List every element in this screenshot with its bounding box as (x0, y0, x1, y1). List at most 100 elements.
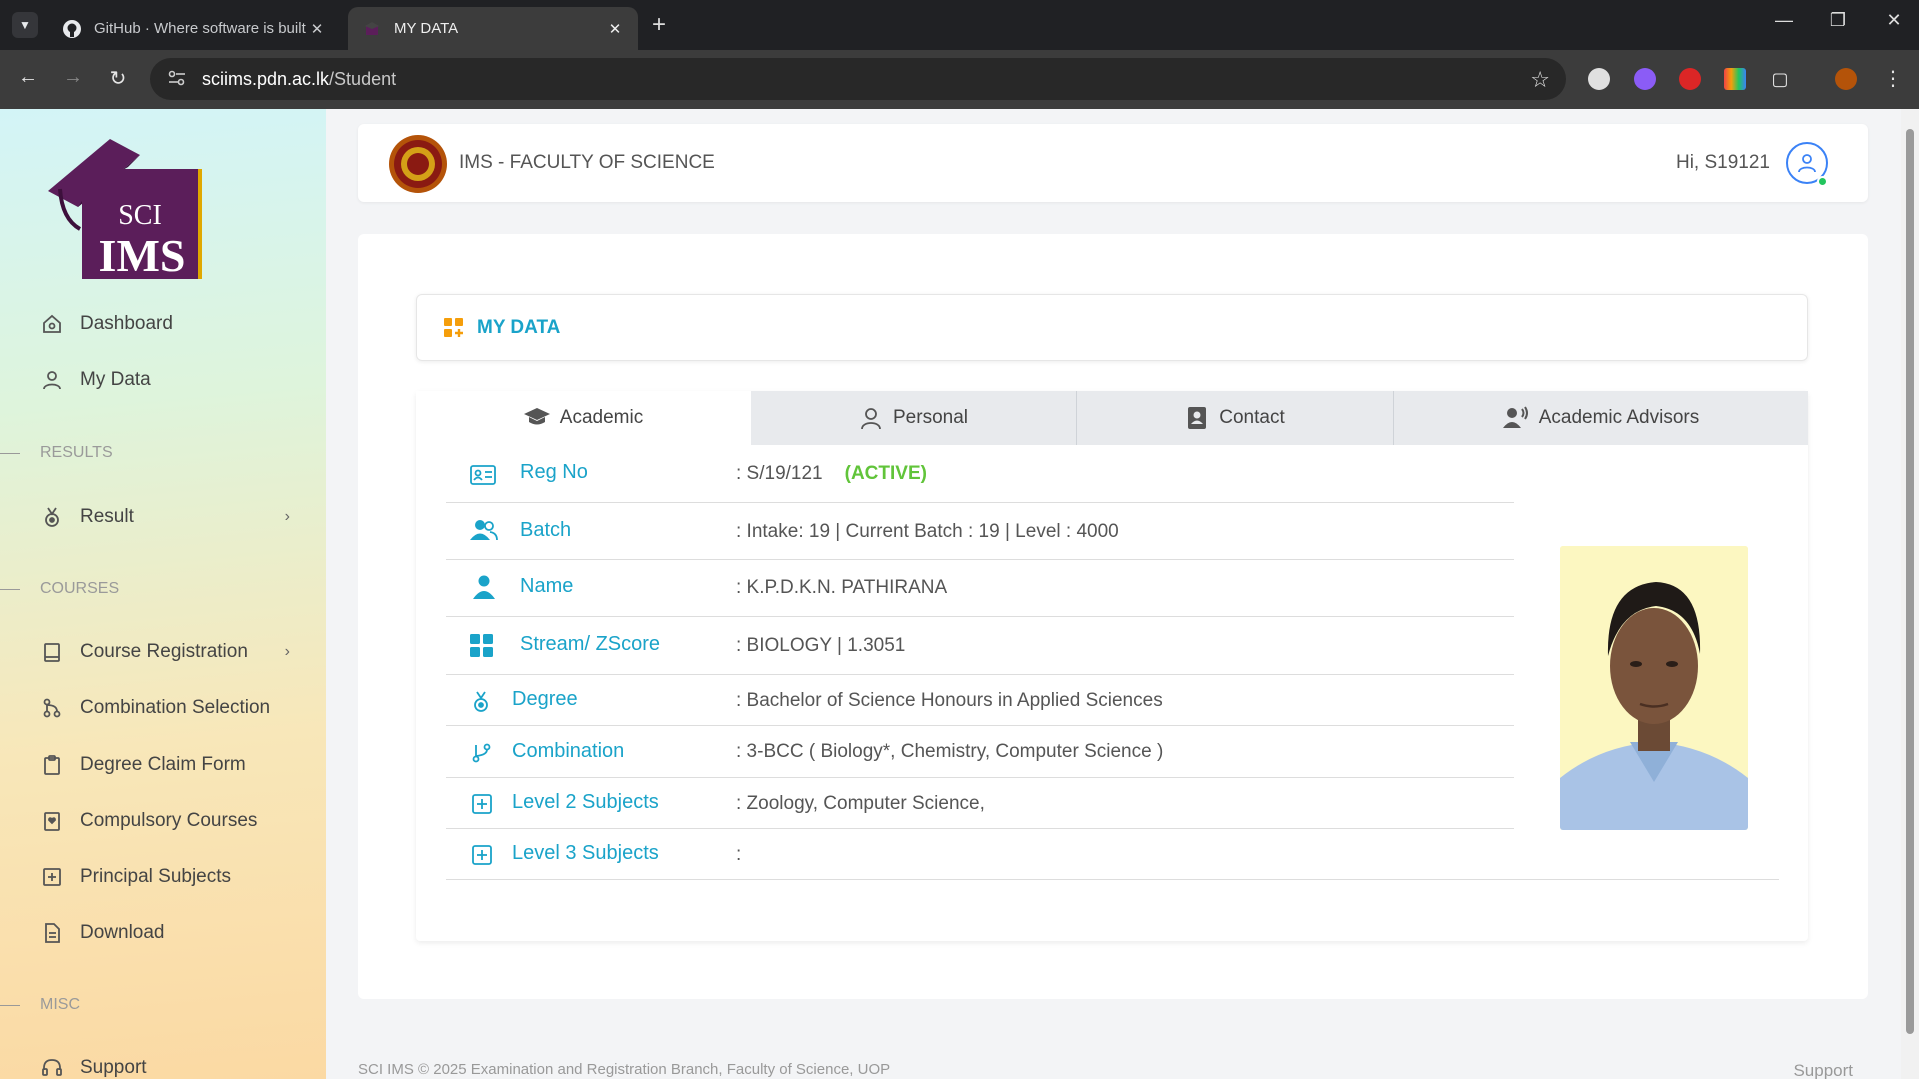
row-label: Batch (520, 519, 572, 541)
top-header: IMS - FACULTY OF SCIENCE Hi, S19121 (358, 124, 1868, 202)
svg-text:SCI: SCI (118, 200, 162, 231)
user-greeting: Hi, S19121 (1675, 152, 1770, 173)
sidebar-item-dashboard[interactable]: Dashboard (40, 309, 290, 339)
close-icon[interactable]: ✕ (606, 20, 624, 38)
main-content: IMS - FACULTY OF SCIENCE Hi, S19121 MY D… (326, 109, 1901, 1079)
row-value: : 3-BCC ( Biology*, Chemistry, Computer … (736, 741, 1164, 762)
plus-square-icon (40, 866, 64, 888)
headset-icon (40, 1057, 64, 1079)
profile-avatar[interactable] (1835, 68, 1857, 90)
minimize-icon[interactable]: — (1769, 10, 1799, 31)
online-status-dot (1817, 176, 1828, 187)
extension-purple-icon[interactable] (1634, 68, 1656, 90)
row-value: : Bachelor of Science Honours in Applied… (736, 690, 1163, 711)
row-label: Name (520, 575, 574, 597)
close-icon[interactable]: ✕ (308, 20, 326, 38)
extension-color-icon[interactable] (1724, 68, 1746, 90)
sidebar-item-download[interactable]: Download (40, 918, 290, 948)
apps-grid-icon (444, 317, 463, 337)
book-icon (40, 641, 64, 663)
sidebar-item-label: Course Registration (80, 641, 248, 662)
tab-title: MY DATA (394, 20, 459, 37)
data-row-batch: Batch : Intake: 19 | Current Batch : 19 … (446, 503, 1514, 560)
student-photo (1560, 546, 1748, 830)
sidebar-item-result[interactable]: Result › (40, 502, 290, 532)
svg-text:IMS: IMS (99, 230, 186, 279)
university-logo (389, 135, 447, 193)
window-close-icon[interactable]: ✕ (1879, 10, 1909, 31)
data-row-level3: Level 3 Subjects : (446, 829, 1779, 880)
tab-search-button[interactable]: ▼ (12, 12, 38, 38)
address-bar[interactable]: sciims.pdn.ac.lk/Student ☆ (150, 58, 1566, 100)
home-icon (40, 313, 64, 335)
sidebar-item-label: My Data (80, 369, 151, 390)
sidebar-item-support[interactable]: Support (40, 1053, 290, 1079)
user-voice-icon (1502, 406, 1529, 430)
sidebar-item-course-registration[interactable]: Course Registration › (40, 637, 290, 667)
tab-personal[interactable]: Personal (751, 391, 1076, 445)
extension-red-icon[interactable] (1679, 68, 1701, 90)
person-icon (473, 575, 495, 599)
data-row-name: Name : K.P.D.K.N. PATHIRANA (446, 560, 1514, 617)
sidebar-item-combination-selection[interactable]: Combination Selection (40, 693, 290, 723)
data-row-combination: Combination : 3-BCC ( Biology*, Chemistr… (446, 726, 1514, 778)
tab-contact[interactable]: Contact (1076, 391, 1393, 445)
bookmark-star-icon[interactable]: ☆ (1530, 67, 1550, 93)
extension-glasses-icon[interactable] (1588, 68, 1610, 90)
award-icon (472, 691, 490, 713)
row-value: : BIOLOGY | 1.3051 (736, 635, 906, 656)
row-label: Reg No (520, 461, 588, 483)
browser-tab-mydata[interactable]: MY DATA ✕ (348, 7, 638, 50)
sidebar-item-label: Dashboard (80, 313, 173, 334)
page-title-bar: MY DATA (416, 294, 1808, 361)
row-value: : Zoology, Computer Science, (736, 793, 985, 814)
restore-icon[interactable]: ❐ (1823, 10, 1853, 31)
id-card-icon (470, 465, 496, 485)
app-title: IMS - FACULTY OF SCIENCE (459, 152, 715, 173)
tab-label: Academic Advisors (1538, 407, 1700, 428)
plus-box-icon (472, 845, 492, 865)
sidebar-item-label: Combination Selection (80, 697, 271, 718)
extensions-puzzle-icon[interactable]: ▢ (1769, 68, 1791, 90)
row-value: : Intake: 19 | Current Batch : 19 | Leve… (736, 521, 1119, 542)
row-label: Degree (512, 688, 578, 710)
section-results: RESULTS (0, 443, 113, 463)
sidebar-item-principal-subjects[interactable]: Principal Subjects (40, 862, 290, 892)
reload-icon[interactable]: ↻ (105, 66, 131, 91)
tab-academic-advisors[interactable]: Academic Advisors (1393, 391, 1808, 445)
new-tab-button[interactable]: + (652, 12, 666, 38)
forward-arrow-icon[interactable]: → (60, 66, 86, 89)
user-outline-icon (859, 406, 883, 430)
back-arrow-icon[interactable]: ← (15, 66, 41, 89)
scrollbar-thumb[interactable] (1906, 129, 1914, 1034)
row-value: : K.P.D.K.N. PATHIRANA (736, 577, 948, 598)
tab-title: GitHub · Where software is built (94, 20, 306, 37)
sidebar-item-compulsory-courses[interactable]: Compulsory Courses (40, 806, 290, 836)
browser-tab-github[interactable]: GitHub · Where software is built ✕ (48, 7, 340, 50)
browser-tab-bar: ▼ GitHub · Where software is built ✕ MY … (0, 0, 1919, 50)
footer-support-link[interactable]: Support (1793, 1061, 1853, 1079)
sidebar-item-label: Download (80, 922, 165, 943)
tab-academic[interactable]: Academic (416, 391, 751, 445)
users-icon (470, 519, 498, 541)
page-scrollbar[interactable] (1901, 109, 1919, 1079)
chevron-right-icon: › (284, 643, 290, 660)
sci-ims-logo[interactable]: SCI IMS (40, 119, 210, 279)
site-settings-icon[interactable] (168, 70, 186, 89)
book-heart-icon (40, 810, 64, 832)
sidebar-item-label: Result (80, 506, 134, 527)
sidebar-item-my-data[interactable]: My Data (40, 365, 290, 395)
row-label: Level 2 Subjects (512, 791, 659, 813)
tab-label: Contact (1219, 407, 1285, 428)
sidebar-item-degree-claim-form[interactable]: Degree Claim Form (40, 750, 290, 780)
git-merge-icon (40, 697, 64, 719)
address-book-icon (1185, 406, 1209, 430)
content-card: MY DATA Academic Personal Contact Academ… (358, 234, 1868, 999)
footer-text: SCI IMS © 2025 Examination and Registrat… (358, 1061, 891, 1078)
more-menu-icon[interactable]: ⋮ (1882, 68, 1904, 90)
file-text-icon (40, 922, 64, 944)
tab-label: Academic (559, 407, 644, 428)
data-row-reg-no: Reg No : S/19/121 (ACTIVE) (446, 445, 1514, 503)
chevron-right-icon: › (284, 508, 290, 525)
row-value: : S/19/121 (ACTIVE) (736, 463, 927, 484)
